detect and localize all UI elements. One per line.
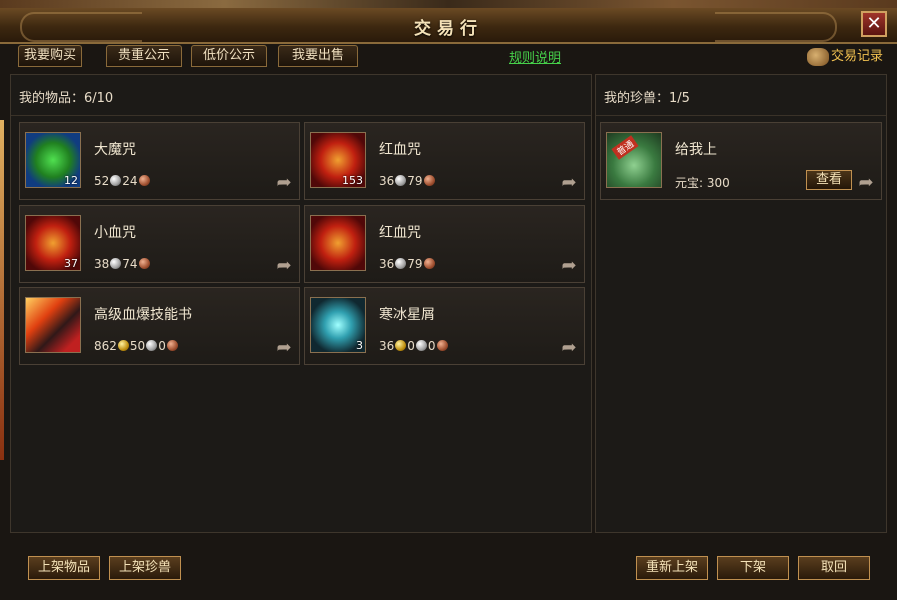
share-arrow-icon[interactable]: ➦: [559, 173, 579, 193]
item-name: 红血咒: [379, 225, 421, 241]
top-decor-strip: [0, 0, 897, 8]
divider: [11, 115, 591, 116]
pet-name: 给我上: [675, 142, 717, 158]
copper-coin-icon: [423, 175, 435, 186]
pet-price: 元宝: 300: [675, 174, 730, 191]
gold-coin-icon: [117, 340, 129, 351]
item-price: 36 79: [379, 257, 436, 271]
price-silver: 52: [94, 174, 110, 188]
items-header: 我的物品：6/10: [19, 91, 114, 106]
gold-coin-icon: [395, 340, 407, 351]
price-gold: 862: [94, 339, 117, 353]
item-qty: 37: [64, 257, 78, 270]
copper-coin-icon: [423, 258, 435, 269]
silver-coin-icon: [415, 340, 427, 351]
item-price: 52 24: [94, 174, 151, 188]
pet-card[interactable]: 普通 给我上 元宝: 300 查看 ➦: [600, 122, 882, 200]
item-name: 寒冰星屑: [379, 307, 435, 323]
price-copper: 0: [158, 339, 166, 353]
trade-records-link[interactable]: 交易记录: [806, 45, 883, 66]
silver-coin-icon: [110, 175, 122, 186]
price-silver: 36: [379, 257, 395, 271]
trade-records-label: 交易记录: [830, 49, 883, 64]
tab-sell[interactable]: 我要出售: [278, 45, 358, 67]
price-gold: 36: [379, 339, 395, 353]
green-scroll-icon: 12: [25, 132, 81, 188]
price-silver: 0: [407, 339, 415, 353]
item-price: 862 50 0: [94, 339, 179, 353]
price-copper: 79: [407, 257, 423, 271]
item-card[interactable]: 153 红血咒 36 79 ➦: [304, 122, 585, 200]
retrieve-button[interactable]: 取回: [798, 556, 870, 580]
pets-panel: 我的珍兽：1/5 普通 给我上 元宝: 300 查看 ➦: [595, 74, 887, 533]
copper-coin-icon: [436, 340, 448, 351]
close-icon: ✕: [866, 13, 882, 34]
share-arrow-icon[interactable]: ➦: [856, 173, 876, 193]
copper-coin-icon: [138, 175, 150, 186]
item-qty: 12: [64, 174, 78, 187]
item-name: 红血咒: [379, 142, 421, 158]
scroll-icon: [806, 47, 829, 66]
pet-portrait-icon: 普通: [606, 132, 662, 188]
price-silver: 50: [129, 339, 146, 353]
share-arrow-icon[interactable]: ➦: [559, 256, 579, 276]
close-button[interactable]: ✕: [861, 11, 887, 37]
silver-coin-icon: [146, 340, 158, 351]
red-scroll-icon: 37: [25, 215, 81, 271]
price-silver: 36: [379, 174, 395, 188]
ice-star-dust-icon: 3: [310, 297, 366, 353]
currency-value: 300: [706, 176, 730, 190]
price-copper: 24: [122, 174, 138, 188]
divider: [596, 115, 886, 116]
item-card[interactable]: 高级血爆技能书 862 50 0 ➦: [19, 287, 300, 365]
list-pet-button[interactable]: 上架珍兽: [109, 556, 181, 580]
share-arrow-icon[interactable]: ➦: [559, 338, 579, 358]
silver-coin-icon: [110, 258, 122, 269]
side-decoration: [0, 120, 4, 460]
item-price: 36 79: [379, 174, 436, 188]
silver-coin-icon: [395, 258, 407, 269]
tab-valuable-notice[interactable]: 贵重公示: [106, 45, 182, 67]
item-price: 38 74: [94, 257, 151, 271]
red-scroll-icon: [310, 215, 366, 271]
red-scroll-icon: 153: [310, 132, 366, 188]
currency-label: 元宝:: [675, 176, 704, 190]
view-pet-button[interactable]: 查看: [806, 170, 852, 190]
price-copper: 74: [122, 257, 138, 271]
share-arrow-icon[interactable]: ➦: [274, 173, 294, 193]
item-name: 高级血爆技能书: [94, 307, 192, 323]
items-panel: 我的物品：6/10 12 大魔咒 52 24 ➦ 153 红血咒 36 79 ➦ 3…: [10, 74, 592, 533]
list-item-button[interactable]: 上架物品: [28, 556, 100, 580]
price-copper: 79: [407, 174, 423, 188]
silver-coin-icon: [395, 175, 407, 186]
item-name: 小血咒: [94, 225, 136, 241]
copper-coin-icon: [166, 340, 178, 351]
item-qty: 3: [356, 339, 363, 352]
blade-skill-book-icon: [25, 297, 81, 353]
rules-link[interactable]: 规则说明: [509, 47, 561, 66]
item-card[interactable]: 12 大魔咒 52 24 ➦: [19, 122, 300, 200]
share-arrow-icon[interactable]: ➦: [274, 256, 294, 276]
delist-button[interactable]: 下架: [717, 556, 789, 580]
item-price: 36 0 0: [379, 339, 449, 353]
item-card[interactable]: 红血咒 36 79 ➦: [304, 205, 585, 283]
price-silver: 38: [94, 257, 110, 271]
item-card[interactable]: 37 小血咒 38 74 ➦: [19, 205, 300, 283]
copper-coin-icon: [138, 258, 150, 269]
item-qty: 153: [342, 174, 363, 187]
window-title: 交易行: [414, 19, 483, 39]
tab-lowprice-notice[interactable]: 低价公示: [191, 45, 267, 67]
pet-rarity-tag: 普通: [611, 135, 639, 160]
price-copper: 0: [427, 339, 436, 353]
relist-button[interactable]: 重新上架: [636, 556, 708, 580]
tab-buy[interactable]: 我要购买: [18, 45, 82, 67]
share-arrow-icon[interactable]: ➦: [274, 338, 294, 358]
pets-header: 我的珍兽：1/5: [604, 91, 690, 106]
item-name: 大魔咒: [94, 142, 136, 158]
title-bar: 交易行: [0, 8, 897, 44]
item-card[interactable]: 3 寒冰星屑 36 0 0 ➦: [304, 287, 585, 365]
